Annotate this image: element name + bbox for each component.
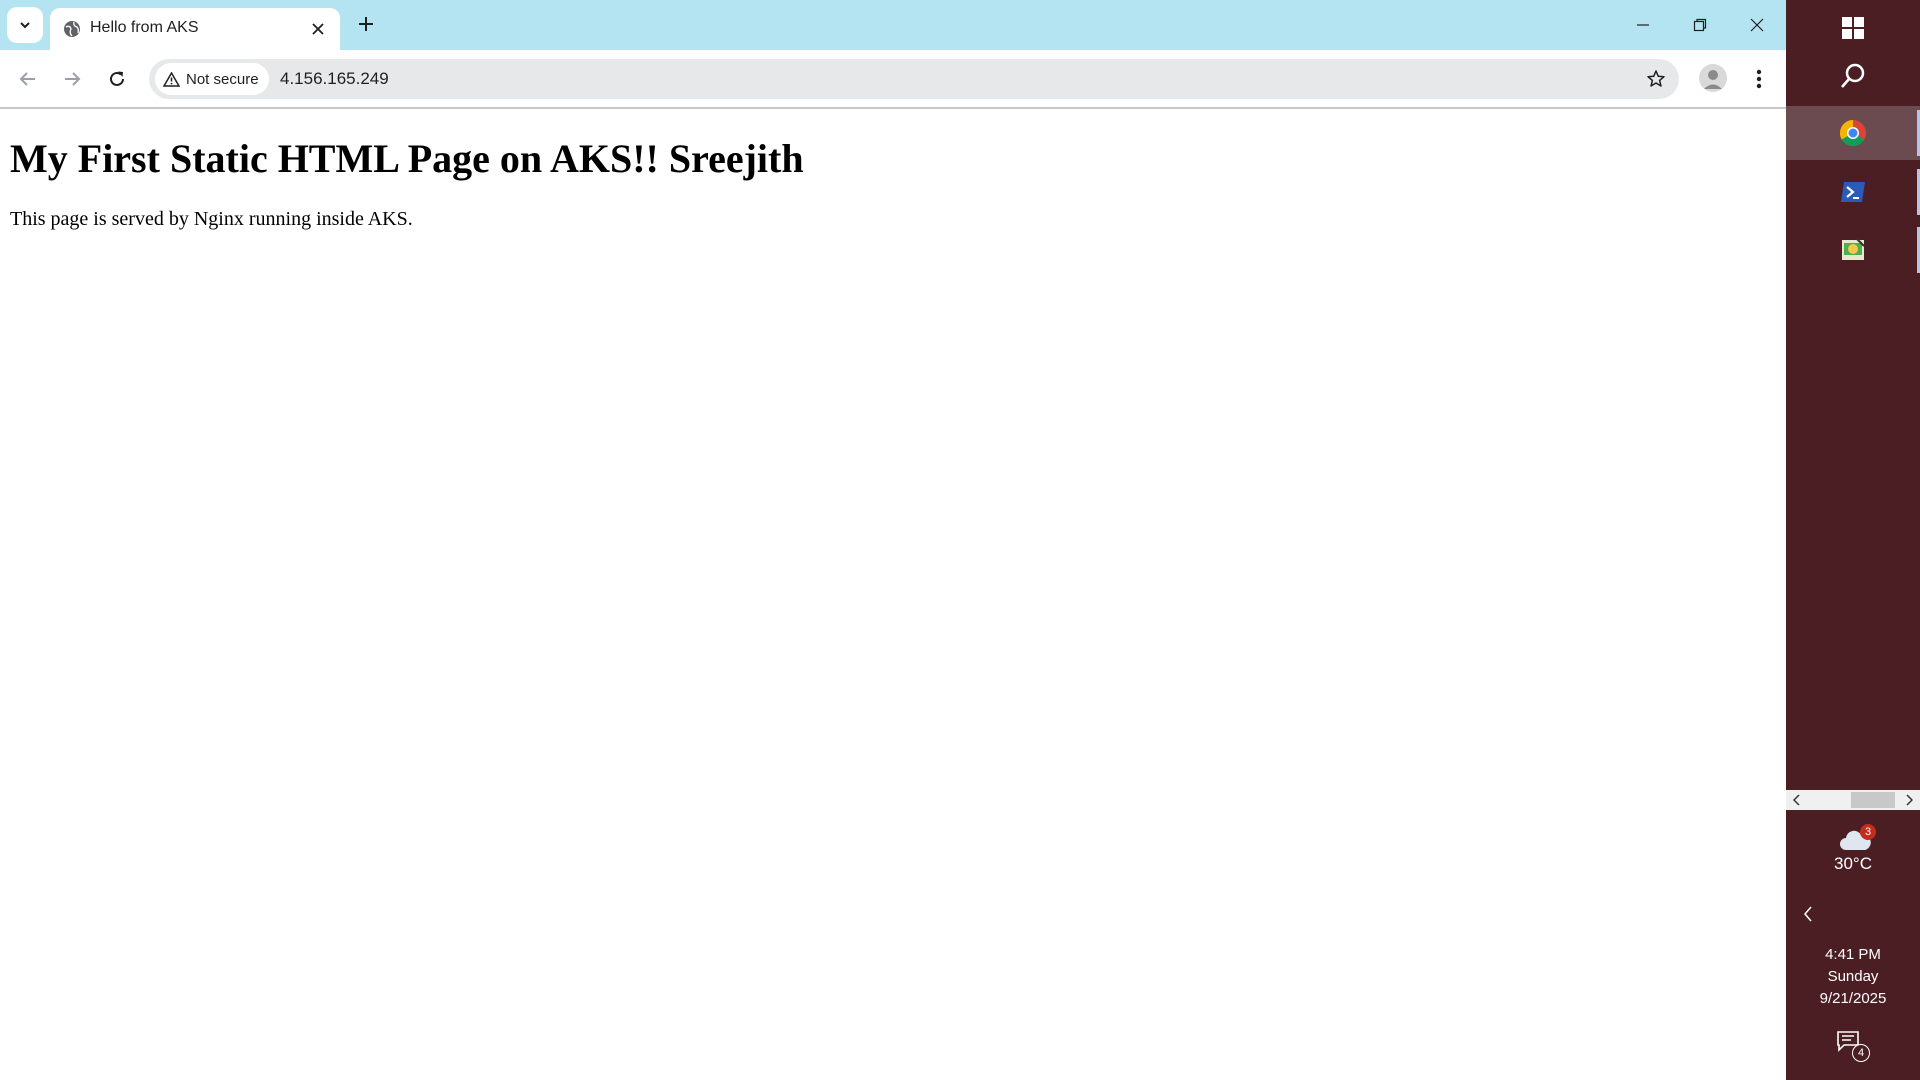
reload-button[interactable]	[100, 62, 134, 96]
close-icon	[1750, 18, 1764, 32]
taskbar-chrome[interactable]	[1786, 106, 1920, 160]
weather-temperature: 30°C	[1834, 854, 1872, 873]
star-icon	[1647, 70, 1665, 87]
tab-title: Hello from AKS	[90, 19, 199, 36]
taskbar-app[interactable]	[1786, 222, 1920, 278]
taskbar-powershell[interactable]	[1786, 164, 1920, 220]
profile-avatar[interactable]	[1699, 64, 1727, 92]
plus-icon	[359, 17, 373, 31]
scroll-left-button[interactable]	[1788, 790, 1806, 810]
reload-icon	[110, 71, 124, 86]
bookmark-button[interactable]	[1641, 64, 1671, 94]
scrollbar-thumb[interactable]	[1851, 792, 1895, 808]
scroll-right-button[interactable]	[1900, 790, 1918, 810]
weather-badge: 3	[1860, 824, 1876, 840]
minimize-button[interactable]	[1618, 8, 1668, 42]
browser-window: Hello from AKS Not secure 4.156.165.249 …	[0, 0, 1786, 1080]
address-bar[interactable]: Not secure 4.156.165.249	[149, 59, 1679, 99]
browser-tab[interactable]: Hello from AKS	[50, 8, 340, 50]
restore-icon	[1693, 18, 1707, 32]
url-text[interactable]: 4.156.165.249	[280, 69, 389, 89]
clock-time: 4:41 PM	[1825, 946, 1881, 963]
restore-button[interactable]	[1675, 8, 1725, 42]
app-icon	[1842, 238, 1865, 260]
page-paragraph: This page is served by Nginx running ins…	[10, 208, 413, 230]
browser-toolbar: Not secure 4.156.165.249	[0, 50, 1786, 109]
chrome-icon	[1839, 119, 1866, 147]
page-title: My First Static HTML Page on AKS!! Sreej…	[10, 136, 804, 181]
new-tab-button[interactable]	[353, 11, 379, 37]
tab-close-button[interactable]	[306, 17, 330, 41]
show-hidden-icons-button[interactable]	[1796, 900, 1820, 928]
security-indicator[interactable]: Not secure	[155, 63, 269, 95]
taskbar-search-button[interactable]	[1786, 48, 1920, 104]
chevron-left-icon	[1804, 906, 1812, 922]
avatar-icon	[1699, 64, 1727, 92]
minimize-icon	[1637, 24, 1649, 26]
window-close-button[interactable]	[1732, 8, 1782, 42]
taskbar-scrollbar[interactable]	[1786, 790, 1920, 810]
weather-widget[interactable]: 3 30°C	[1786, 824, 1920, 876]
windows-logo-icon	[1842, 17, 1864, 39]
chevron-left-icon	[1793, 794, 1800, 806]
clock-date: 9/21/2025	[1819, 990, 1887, 1007]
notification-count-badge: 4	[1852, 1044, 1870, 1062]
tab-search-button[interactable]	[7, 7, 43, 43]
back-button[interactable]	[11, 62, 45, 96]
tab-strip: Hello from AKS	[0, 0, 1786, 50]
close-icon	[312, 23, 324, 35]
forward-button[interactable]	[55, 62, 89, 96]
windows-taskbar: 3 30°C 4:41 PM Sunday 9/21/2025 4	[1786, 0, 1920, 1080]
powershell-icon	[1841, 182, 1865, 202]
page-content: My First Static HTML Page on AKS!! Sreej…	[0, 109, 1786, 1080]
chevron-down-icon	[20, 22, 30, 29]
clock-day: Sunday	[1827, 968, 1879, 985]
globe-icon	[64, 21, 80, 37]
arrow-right-icon	[65, 72, 81, 86]
action-center-button[interactable]: 4	[1836, 1030, 1870, 1062]
security-label: Not secure	[186, 70, 259, 88]
arrow-left-icon	[19, 72, 35, 86]
clock[interactable]: 4:41 PM Sunday 9/21/2025	[1786, 944, 1920, 1010]
chevron-right-icon	[1906, 794, 1913, 806]
more-vertical-icon	[1756, 69, 1762, 89]
browser-menu-button[interactable]	[1744, 62, 1774, 96]
search-icon	[1841, 63, 1865, 88]
warning-icon	[163, 71, 180, 87]
